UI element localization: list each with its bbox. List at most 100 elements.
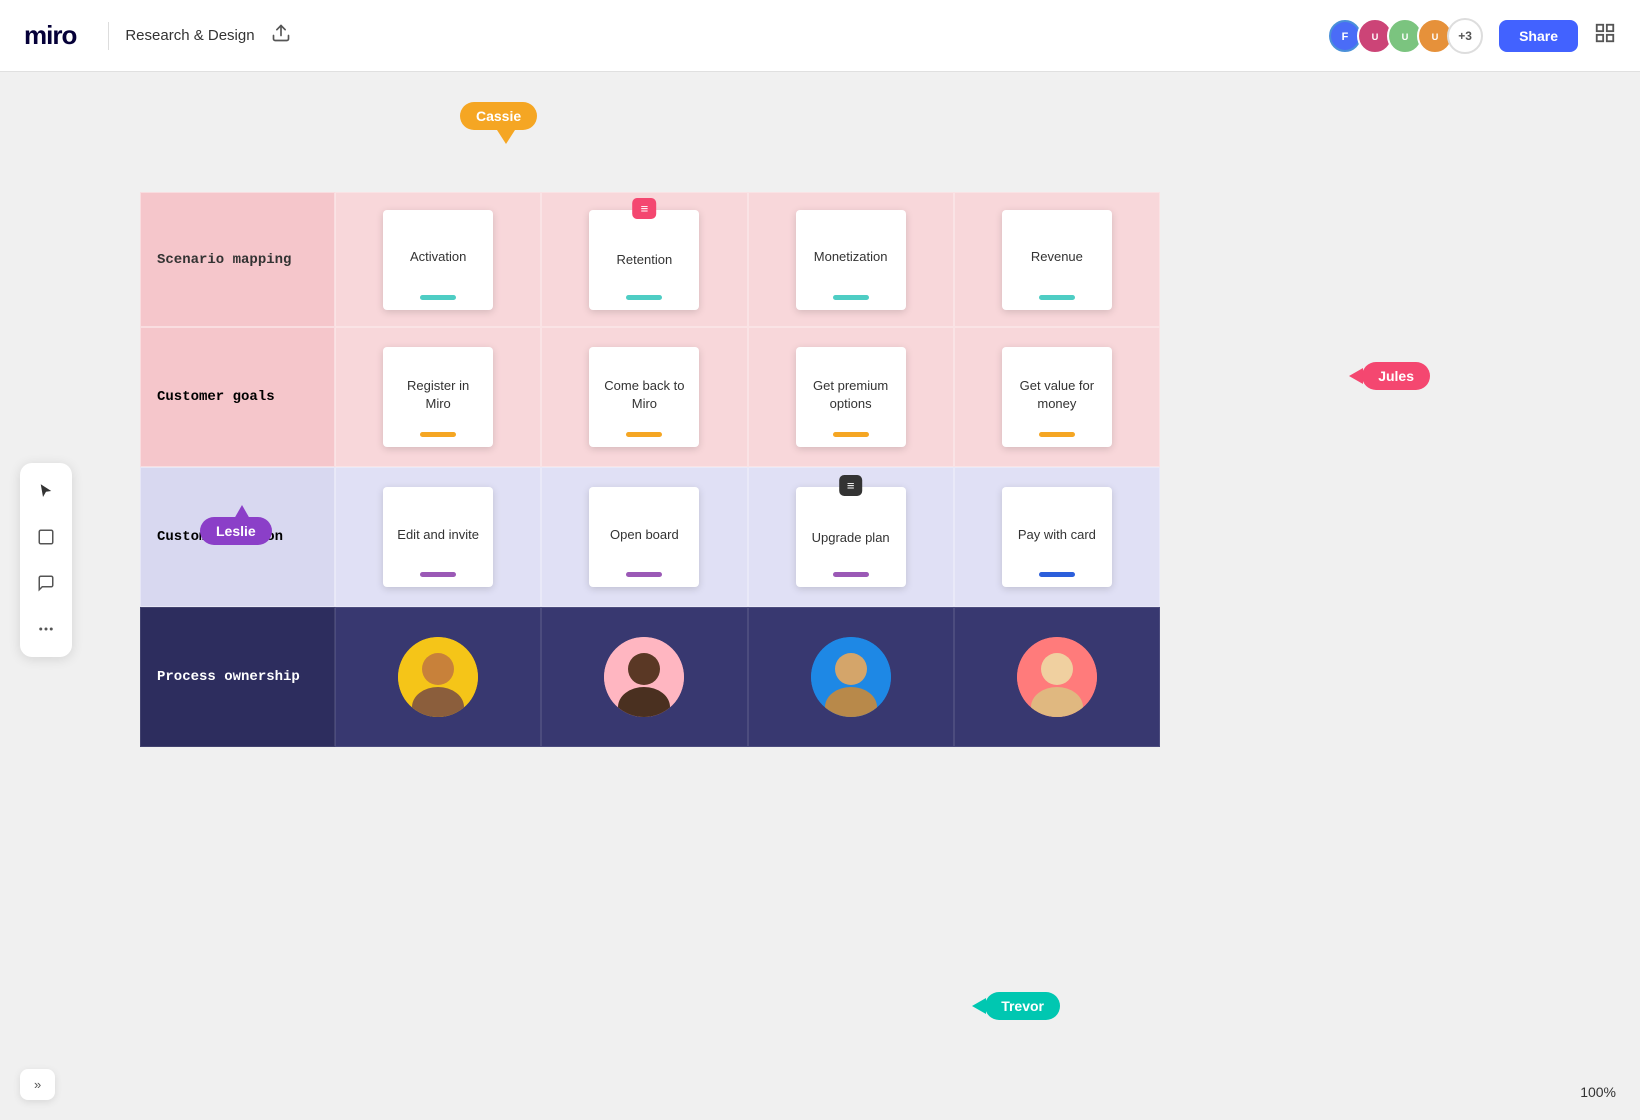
cell-avatar2 bbox=[541, 607, 747, 747]
sticky-monetization: Monetization bbox=[796, 210, 906, 310]
trevor-arrow bbox=[972, 998, 986, 1014]
miro-logo: miro bbox=[24, 20, 76, 51]
menu-icon[interactable] bbox=[1594, 22, 1616, 50]
sticky-register: Register in Miro bbox=[383, 347, 493, 447]
svg-text:U: U bbox=[1432, 31, 1439, 41]
sticky-register-text: Register in Miro bbox=[395, 377, 481, 413]
trevor-label: Trevor bbox=[985, 992, 1060, 1020]
sticky-bar-register bbox=[420, 432, 456, 437]
cell-come-back: Come back to Miro bbox=[541, 327, 747, 467]
upload-icon[interactable] bbox=[271, 23, 291, 48]
sticky-value-money-text: Get value for money bbox=[1014, 377, 1100, 413]
svg-text:F: F bbox=[1342, 30, 1349, 42]
avatar-yellow bbox=[398, 637, 478, 717]
sticky-bar-monetization bbox=[833, 295, 869, 300]
cassie-cursor: Cassie bbox=[460, 102, 537, 144]
jules-arrow bbox=[1349, 368, 1363, 384]
sticky-bar-edit-invite bbox=[420, 572, 456, 577]
retention-icon: ≡ bbox=[633, 198, 657, 219]
jules-cursor: Jules bbox=[1349, 362, 1430, 390]
cell-premium: Get premium options bbox=[748, 327, 954, 467]
cell-retention: ≡ Retention bbox=[541, 192, 747, 327]
board-title: Research & Design bbox=[125, 27, 254, 44]
cell-pay-card: Pay with card bbox=[954, 467, 1160, 607]
sticky-bar-value-money bbox=[1039, 432, 1075, 437]
cell-avatar4 bbox=[954, 607, 1160, 747]
sticky-bar-come-back bbox=[626, 432, 662, 437]
avatar-count: +3 bbox=[1447, 18, 1483, 54]
avatar-pink bbox=[604, 637, 684, 717]
sticky-monetization-text: Monetization bbox=[814, 248, 888, 266]
avatar-group: F U U U +3 bbox=[1327, 18, 1483, 54]
cell-avatar1 bbox=[335, 607, 541, 747]
sticky-bar-premium bbox=[833, 432, 869, 437]
topbar-right: F U U U +3 Share bbox=[1327, 18, 1616, 54]
leslie-arrow bbox=[234, 505, 250, 519]
expand-button[interactable]: » bbox=[20, 1069, 55, 1100]
cursor-tool[interactable] bbox=[30, 475, 62, 507]
row-scenario-mapping: Scenario mapping Activation ≡ Retention bbox=[140, 192, 1160, 327]
avatar-blue bbox=[811, 637, 891, 717]
sticky-pay-card: Pay with card bbox=[1002, 487, 1112, 587]
row-customer-goals: Customer goals Register in Miro Come bac… bbox=[140, 327, 1160, 467]
row-header-process: Process ownership bbox=[140, 607, 335, 747]
cell-upgrade-plan: ≡ Upgrade plan bbox=[748, 467, 954, 607]
sticky-premium: Get premium options bbox=[796, 347, 906, 447]
sticky-bar-activation bbox=[420, 295, 456, 300]
row-header-goals: Customer goals bbox=[140, 327, 335, 467]
sticky-bar-retention bbox=[626, 295, 662, 300]
sticky-activation-text: Activation bbox=[410, 248, 466, 266]
row-process-ownership: Process ownership bbox=[140, 607, 1160, 747]
topbar-divider bbox=[108, 22, 109, 50]
sticky-come-back-text: Come back to Miro bbox=[601, 377, 687, 413]
sticky-value-money: Get value for money bbox=[1002, 347, 1112, 447]
sticky-upgrade-plan: ≡ Upgrade plan bbox=[796, 487, 906, 587]
sticky-tool[interactable] bbox=[30, 521, 62, 553]
jules-label: Jules bbox=[1362, 362, 1430, 390]
cell-value-money: Get value for money bbox=[954, 327, 1160, 467]
row-customer-action: Customer action Edit and invite Open boa… bbox=[140, 467, 1160, 607]
sticky-bar-open-board bbox=[626, 572, 662, 577]
sticky-premium-text: Get premium options bbox=[808, 377, 894, 413]
sticky-bar-upgrade bbox=[833, 572, 869, 577]
row-header-scenario: Scenario mapping bbox=[140, 192, 335, 327]
sticky-upgrade-text: Upgrade plan bbox=[812, 529, 890, 547]
sticky-retention: ≡ Retention bbox=[589, 210, 699, 310]
share-button[interactable]: Share bbox=[1499, 20, 1578, 52]
leslie-cursor: Leslie bbox=[200, 517, 272, 545]
cassie-arrow bbox=[497, 130, 515, 144]
cell-edit-invite: Edit and invite bbox=[335, 467, 541, 607]
scenario-map: Scenario mapping Activation ≡ Retention bbox=[140, 192, 1160, 747]
sticky-revenue: Revenue bbox=[1002, 210, 1112, 310]
sticky-edit-invite: Edit and invite bbox=[383, 487, 493, 587]
zoom-level: 100% bbox=[1580, 1084, 1616, 1100]
sticky-edit-invite-text: Edit and invite bbox=[397, 526, 479, 544]
upgrade-icon: ≡ bbox=[839, 475, 863, 496]
cell-avatar3 bbox=[748, 607, 954, 747]
leslie-label: Leslie bbox=[200, 517, 272, 545]
avatar-coral bbox=[1017, 637, 1097, 717]
cell-open-board: Open board bbox=[541, 467, 747, 607]
svg-text:U: U bbox=[1402, 31, 1409, 41]
sticky-pay-card-text: Pay with card bbox=[1018, 526, 1096, 544]
left-toolbar bbox=[20, 463, 72, 657]
cell-revenue: Revenue bbox=[954, 192, 1160, 327]
topbar: miro Research & Design F U U U +3 Share bbox=[0, 0, 1640, 72]
more-tool[interactable] bbox=[30, 613, 62, 645]
sticky-revenue-text: Revenue bbox=[1031, 248, 1083, 266]
cell-monetization: Monetization bbox=[748, 192, 954, 327]
cell-register: Register in Miro bbox=[335, 327, 541, 467]
cell-activation: Activation bbox=[335, 192, 541, 327]
sticky-come-back: Come back to Miro bbox=[589, 347, 699, 447]
canvas: Cassie Jules Leslie Trevor Scenario mapp… bbox=[0, 72, 1640, 1120]
trevor-cursor: Trevor bbox=[972, 992, 1060, 1020]
sticky-activation: Activation bbox=[383, 210, 493, 310]
sticky-open-board: Open board bbox=[589, 487, 699, 587]
sticky-bar-revenue bbox=[1039, 295, 1075, 300]
svg-text:U: U bbox=[1372, 31, 1379, 41]
sticky-open-board-text: Open board bbox=[610, 526, 679, 544]
cassie-label: Cassie bbox=[460, 102, 537, 130]
sticky-bar-pay-card bbox=[1039, 572, 1075, 577]
comment-tool[interactable] bbox=[30, 567, 62, 599]
sticky-retention-text: Retention bbox=[617, 251, 673, 269]
